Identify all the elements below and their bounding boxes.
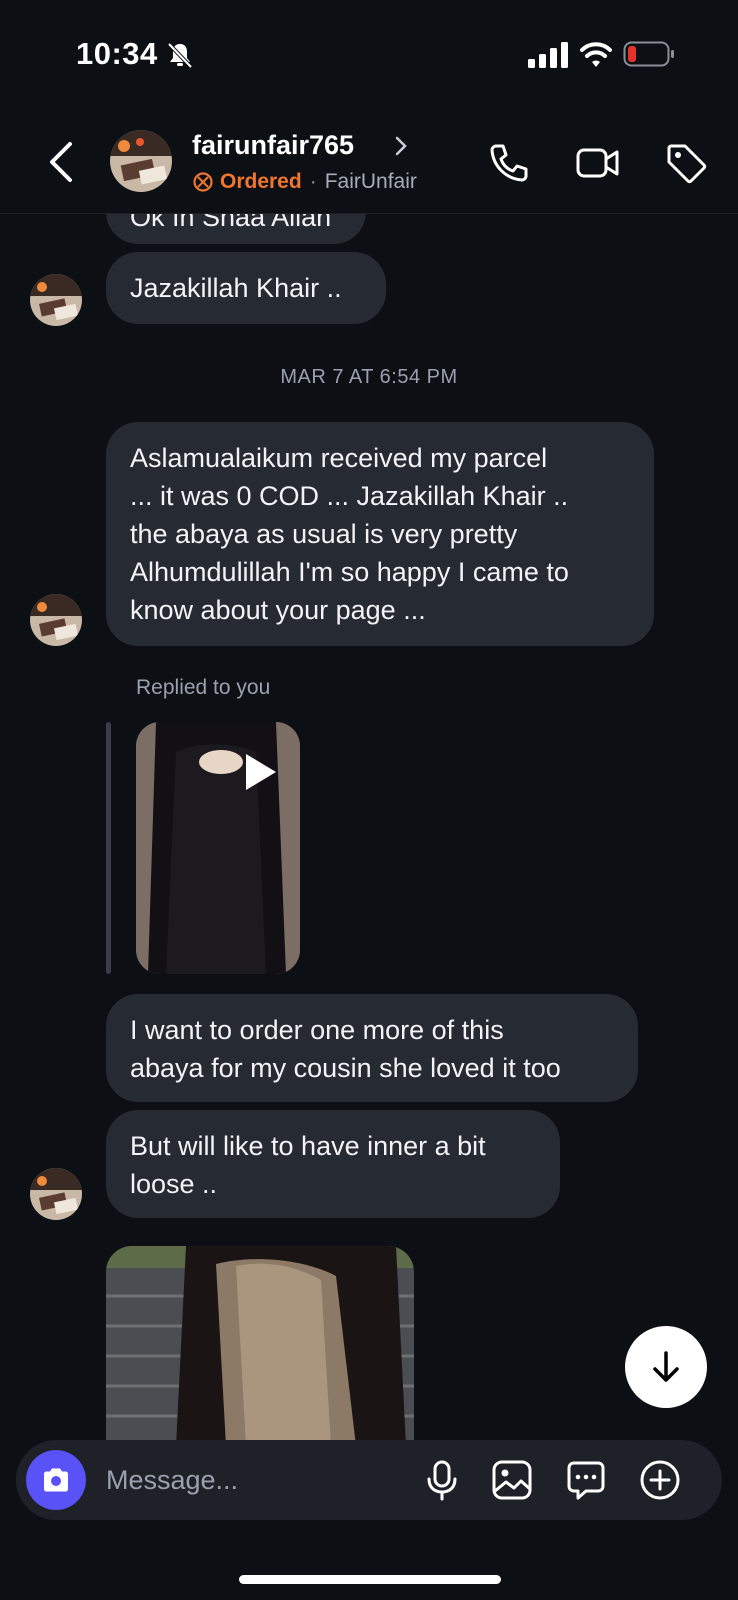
message-bubble[interactable]: I want to order one more of this abaya f… bbox=[106, 994, 638, 1102]
home-indicator[interactable] bbox=[239, 1575, 501, 1584]
order-status: Ordered bbox=[220, 170, 302, 193]
order-status-line: Ordered · FairUnfair bbox=[192, 170, 417, 194]
order-icon bbox=[193, 172, 213, 192]
message-timestamp: MAR 7 AT 6:54 PM bbox=[280, 366, 458, 388]
message-text-line: Alhumdulillah I'm so happy I came to bbox=[130, 557, 569, 587]
message-composer bbox=[16, 1440, 722, 1520]
message-bubble[interactable]: Aslamualaikum received my parcel ... it … bbox=[106, 422, 654, 646]
replied-video-thumbnail[interactable] bbox=[136, 722, 300, 974]
tag-icon[interactable] bbox=[663, 140, 709, 186]
chevron-right-icon[interactable] bbox=[392, 134, 410, 158]
shop-name: FairUnfair bbox=[324, 170, 417, 193]
message-text-line: But will like to have inner a bit bbox=[130, 1131, 486, 1161]
status-bar: 10:34 bbox=[0, 0, 738, 100]
message-bubble[interactable]: Ok In Shaa Allah bbox=[106, 214, 366, 244]
chat-header: fairunfair765 Ordered · FairUnfair bbox=[0, 100, 738, 214]
message-text: Jazakillah Khair .. bbox=[130, 273, 342, 303]
phone-icon[interactable] bbox=[486, 140, 532, 186]
gallery-icon[interactable] bbox=[490, 1458, 534, 1502]
sticker-icon[interactable] bbox=[564, 1458, 608, 1502]
message-text-line: ... it was 0 COD ... Jazakillah Khair .. bbox=[130, 481, 569, 511]
clock: 10:34 bbox=[76, 36, 158, 71]
message-bubble[interactable]: But will like to have inner a bit loose … bbox=[106, 1110, 560, 1218]
message-text: Ok In Shaa Allah bbox=[130, 214, 332, 232]
separator: · bbox=[309, 170, 317, 193]
back-chevron-icon[interactable] bbox=[44, 140, 80, 184]
message-text-line: the abaya as usual is very pretty bbox=[130, 519, 518, 549]
reply-indicator-bar bbox=[106, 722, 111, 974]
message-text-line: abaya for my cousin she loved it too bbox=[130, 1053, 561, 1083]
arrow-down-icon bbox=[653, 1351, 679, 1382]
bell-slash-icon bbox=[167, 42, 193, 69]
wifi-icon bbox=[580, 42, 612, 67]
message-input[interactable] bbox=[106, 1458, 406, 1502]
sender-avatar[interactable] bbox=[30, 1168, 82, 1220]
camera-icon bbox=[44, 1468, 68, 1492]
sender-avatar[interactable] bbox=[30, 594, 82, 646]
message-text-line: know about your page ... bbox=[130, 595, 426, 625]
battery-low-icon bbox=[623, 41, 674, 67]
contact-avatar[interactable] bbox=[110, 130, 172, 192]
camera-button[interactable] bbox=[26, 1450, 86, 1510]
sender-avatar[interactable] bbox=[30, 274, 82, 326]
message-text-line: loose .. bbox=[130, 1169, 218, 1199]
video-camera-icon[interactable] bbox=[575, 140, 621, 186]
replied-label: Replied to you bbox=[136, 676, 271, 699]
message-text-line: I want to order one more of this bbox=[130, 1015, 504, 1045]
plus-icon[interactable] bbox=[638, 1458, 682, 1502]
message-text-line: Aslamualaikum received my parcel bbox=[130, 443, 548, 473]
microphone-icon[interactable] bbox=[420, 1458, 464, 1502]
shared-photo[interactable] bbox=[106, 1246, 414, 1444]
message-bubble[interactable]: Jazakillah Khair .. bbox=[106, 252, 386, 324]
contact-username[interactable]: fairunfair765 bbox=[192, 130, 354, 161]
signal-icon bbox=[528, 42, 568, 68]
message-thread[interactable]: Ok In Shaa Allah Jazakillah Khair .. MAR… bbox=[0, 214, 738, 1444]
scroll-to-bottom-button[interactable] bbox=[625, 1326, 707, 1408]
